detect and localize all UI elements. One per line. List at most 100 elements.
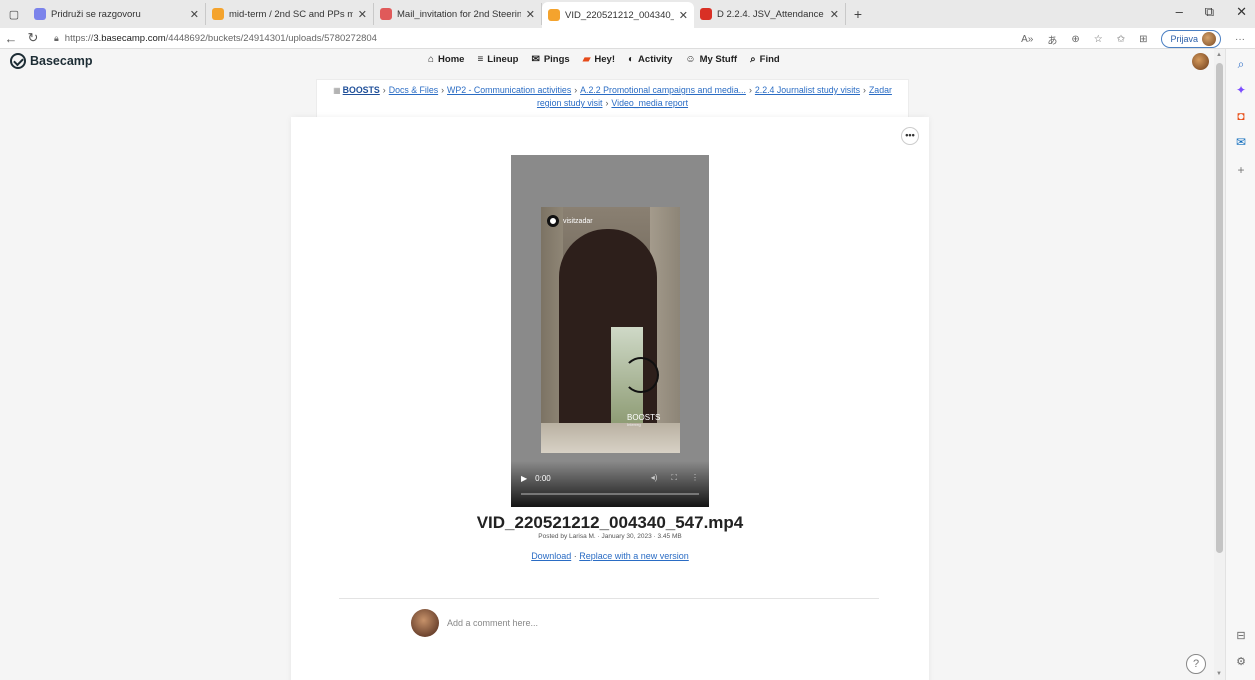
- my-stuff-icon: ☺: [685, 54, 696, 65]
- profile-label: Prijava: [1170, 34, 1198, 44]
- url-field[interactable]: 🔒︎ https://3.basecamp.com/4448692/bucket…: [54, 33, 377, 44]
- nav-label: Activity: [638, 54, 673, 65]
- breadcrumb-item[interactable]: WP2 - Communication activities: [447, 85, 571, 95]
- instagram-icon: [547, 215, 559, 227]
- collections-icon[interactable]: ⊞: [1139, 34, 1147, 45]
- nav-label: Find: [759, 54, 780, 65]
- tab-close-icon[interactable]: ✕: [679, 9, 688, 22]
- address-bar: ← ↻ 🔒︎ https://3.basecamp.com/4448692/bu…: [0, 28, 1255, 49]
- home-icon: ⌂: [428, 54, 435, 65]
- basecamp-page: Basecamp ⌂ Home ≡ Lineup ✉ Pings ▰ Hey! ◐ Activit…: [0, 49, 1214, 680]
- breadcrumb-item[interactable]: A.2.2 Promotional campaigns and media...: [580, 85, 746, 95]
- video-player[interactable]: visitzadar BOOSTS Interreg ▶ 0:00 ◂) ⛶ ⋮: [511, 155, 709, 507]
- refresh-icon[interactable]: ↻: [22, 30, 44, 46]
- nav-hey[interactable]: ▰ Hey!: [583, 54, 615, 65]
- edge-sidebar: ⌕ ✦ ◘ ✉ + ⊟ ⚙: [1225, 49, 1255, 680]
- browser-tab[interactable]: Mail_invitation for 2nd Steering ✕: [374, 3, 542, 25]
- breadcrumb-separator: ›: [605, 98, 609, 108]
- new-tab-button[interactable]: +: [846, 6, 870, 22]
- nav-activity[interactable]: ◐ Activity: [628, 54, 672, 65]
- tab-favicon-icon: [34, 8, 46, 20]
- url-path: /4448692/buckets/24914301/uploads/578027…: [165, 32, 377, 44]
- video-progress-bar[interactable]: [521, 493, 699, 495]
- nav-home[interactable]: ⌂ Home: [428, 54, 464, 65]
- outlook-icon[interactable]: ✉: [1226, 135, 1255, 149]
- nav-label: Home: [438, 54, 465, 65]
- tab-title: VID_220521212_004340_547.mp4: [565, 9, 674, 21]
- translate-icon[interactable]: あ: [1047, 32, 1057, 47]
- video-menu-icon[interactable]: ⋮: [691, 473, 699, 483]
- link-separator: ·: [573, 551, 577, 561]
- tab-close-icon[interactable]: ✕: [358, 8, 367, 21]
- file-name: VID_220521212_004340_547.mp4: [476, 513, 744, 532]
- help-icon[interactable]: ?: [1186, 654, 1206, 674]
- browser-tab[interactable]: VID_220521212_004340_547.mp4 ✕: [542, 2, 694, 28]
- video-frame: visitzadar BOOSTS Interreg: [541, 207, 680, 453]
- tab-favicon-icon: [212, 8, 224, 20]
- fullscreen-icon[interactable]: ⛶: [671, 473, 677, 483]
- close-window-icon[interactable]: ✕: [1236, 4, 1247, 20]
- scroll-up-icon[interactable]: ▲: [1216, 52, 1222, 58]
- more-options-button[interactable]: •••: [901, 127, 919, 145]
- scroll-down-icon[interactable]: ▼: [1216, 671, 1222, 677]
- office-icon[interactable]: ◘: [1226, 109, 1255, 123]
- browser-tab[interactable]: mid-term / 2nd SC and PPs meet ✕: [206, 3, 374, 25]
- logo-text: Basecamp: [30, 54, 93, 68]
- copilot-icon[interactable]: ✦: [1226, 83, 1255, 97]
- find-icon: ⌕: [750, 54, 756, 65]
- user-avatar[interactable]: [1192, 53, 1209, 70]
- minimize-icon[interactable]: –: [1176, 4, 1183, 20]
- nav-pings[interactable]: ✉ Pings: [531, 54, 569, 65]
- tab-close-icon[interactable]: ✕: [190, 8, 199, 21]
- restore-icon[interactable]: ⧉: [1205, 4, 1214, 20]
- comment-placeholder[interactable]: Add a comment here...: [447, 618, 538, 628]
- nav-my-stuff[interactable]: ☺ My Stuff: [685, 54, 737, 65]
- more-menu-icon[interactable]: ···: [1235, 34, 1245, 45]
- lineup-icon: ≡: [477, 54, 484, 65]
- tab-favicon-icon: [548, 9, 560, 21]
- download-link[interactable]: Download: [531, 551, 571, 561]
- top-navigation: ⌂ Home ≡ Lineup ✉ Pings ▰ Hey! ◐ Activity ☺ My Stuf…: [428, 54, 780, 65]
- comment-box[interactable]: Add a comment here...: [411, 609, 538, 637]
- back-icon[interactable]: ←: [0, 31, 22, 46]
- breadcrumb-item[interactable]: Docs & Files: [389, 85, 438, 95]
- sidebar-settings-icon[interactable]: ⚙: [1226, 655, 1255, 668]
- profile-avatar: [1202, 32, 1216, 46]
- browser-tab[interactable]: Pridruži se razgovoru ✕: [28, 3, 206, 25]
- profile-button[interactable]: Prijava: [1161, 30, 1221, 48]
- watermark-text: BOOSTS: [627, 413, 661, 422]
- video-watermark: BOOSTS Interreg: [627, 413, 660, 427]
- favorites-bar-icon[interactable]: ✩: [1117, 34, 1125, 45]
- nav-find[interactable]: ⌕ Find: [750, 54, 780, 65]
- basecamp-logo[interactable]: Basecamp: [10, 53, 93, 69]
- add-sidebar-app-icon[interactable]: +: [1226, 163, 1255, 177]
- breadcrumb: ▦ BOOSTS › Docs & Files › WP2 - Communication…: [316, 79, 909, 117]
- replace-version-link[interactable]: Replace with a new version: [579, 551, 689, 561]
- volume-icon[interactable]: ◂): [651, 473, 658, 483]
- page-scrollbar[interactable]: ▲ ▼: [1214, 49, 1225, 680]
- tab-favicon-icon: [380, 8, 392, 20]
- favorite-icon[interactable]: ☆: [1094, 34, 1103, 45]
- browser-tab[interactable]: D 2.2.4. JSV_Attendance list.pdf ✕: [694, 3, 846, 25]
- tab-close-icon[interactable]: ✕: [526, 8, 535, 21]
- commenter-avatar: [411, 609, 439, 637]
- tab-title: Mail_invitation for 2nd Steering: [397, 8, 521, 20]
- breadcrumb-project[interactable]: BOOSTS: [343, 85, 380, 95]
- scrollbar-thumb[interactable]: [1216, 63, 1223, 553]
- activity-icon: ◐: [628, 54, 635, 65]
- tab-close-icon[interactable]: ✕: [830, 8, 839, 21]
- read-aloud-icon[interactable]: A»: [1021, 34, 1033, 45]
- breadcrumb-item[interactable]: Video_media report: [611, 98, 688, 108]
- breadcrumb-separator: ›: [441, 85, 445, 95]
- play-icon[interactable]: ▶: [521, 474, 527, 483]
- browser-toolbar: A» あ ⊕ ☆ ✩ ⊞ Prijava ···: [1021, 30, 1245, 48]
- file-meta: Posted by Larisa M. · January 30, 2023 ·…: [538, 533, 682, 540]
- sidebar-layout-icon[interactable]: ⊟: [1226, 629, 1255, 642]
- nav-label: Lineup: [487, 54, 519, 65]
- search-icon[interactable]: ⌕: [1226, 57, 1255, 72]
- tab-actions-icon[interactable]: ▢: [0, 0, 28, 28]
- breadcrumb-item[interactable]: 2.2.4 Journalist study visits: [755, 85, 860, 95]
- zoom-icon[interactable]: ⊕: [1071, 34, 1079, 45]
- loading-spinner-icon: [623, 357, 659, 393]
- nav-lineup[interactable]: ≡ Lineup: [477, 54, 518, 65]
